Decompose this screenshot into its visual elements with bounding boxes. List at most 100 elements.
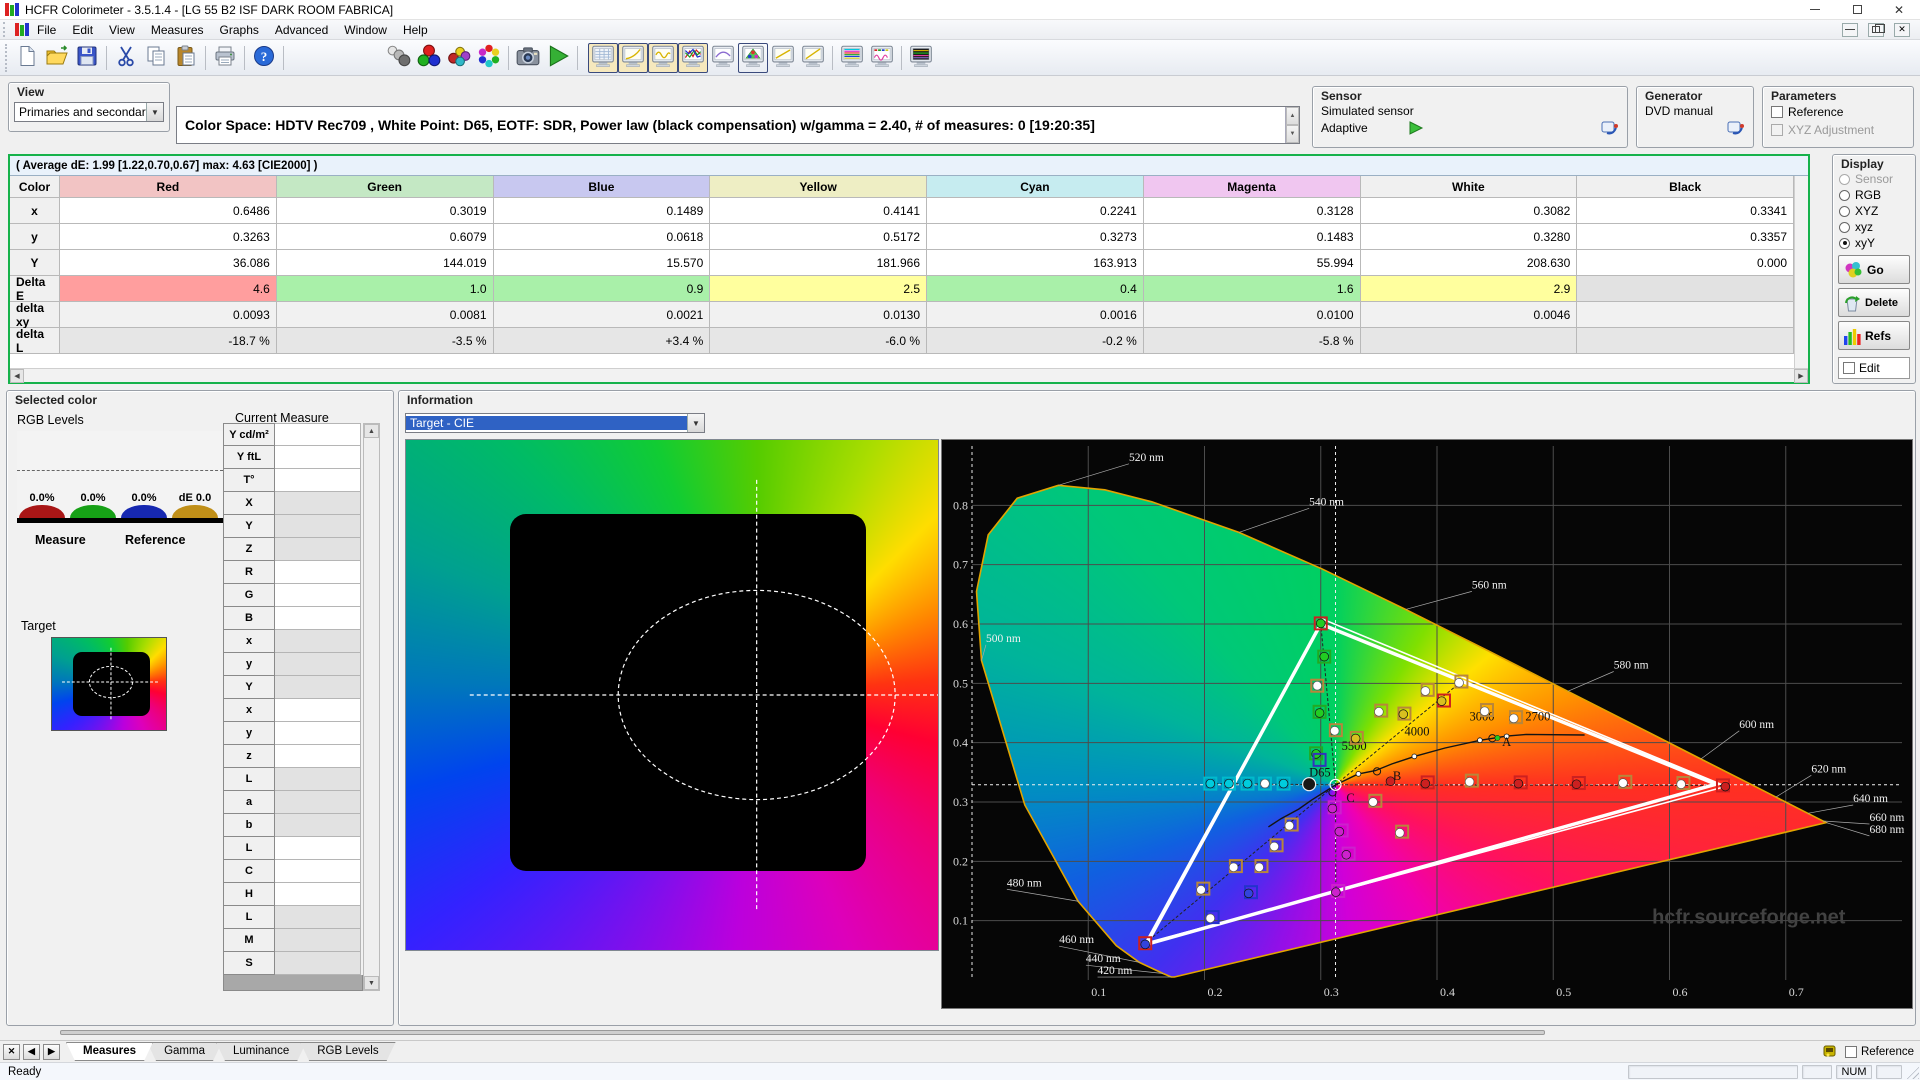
- mdi-close-button[interactable]: ✕: [1894, 23, 1910, 37]
- paste-button[interactable]: [171, 43, 201, 73]
- close-icon: ✕: [1894, 4, 1904, 16]
- checkbox-icon[interactable]: [1771, 124, 1783, 136]
- measure-row-value: [275, 837, 361, 860]
- scroll-down-icon[interactable]: ▼: [364, 976, 379, 990]
- checkbox-icon[interactable]: [1771, 106, 1783, 118]
- display-option-rgb[interactable]: RGB: [1833, 187, 1915, 203]
- delete-button[interactable]: Delete: [1838, 288, 1910, 317]
- info-spinner[interactable]: ▲▼: [1285, 107, 1299, 143]
- radio-icon[interactable]: [1839, 190, 1850, 201]
- save-button[interactable]: [72, 43, 102, 73]
- run-measures-button[interactable]: [543, 43, 573, 73]
- view-measures-color-button[interactable]: [867, 43, 897, 73]
- display-option-sensor[interactable]: Sensor: [1833, 171, 1915, 187]
- tab-scroll-left-button[interactable]: ◀: [23, 1044, 40, 1060]
- reference-checkbox[interactable]: Reference: [1763, 103, 1913, 121]
- sensor-config-icon[interactable]: [1601, 120, 1619, 136]
- display-option-xyz[interactable]: xyz: [1833, 219, 1915, 235]
- tab-scroll-right-button[interactable]: ▶: [43, 1044, 60, 1060]
- view-dark-cie-button[interactable]: [906, 43, 936, 73]
- measure-row-value: [275, 676, 361, 699]
- menu-advanced[interactable]: Advanced: [267, 21, 336, 39]
- new-document-button[interactable]: [12, 43, 42, 73]
- tab-rgb-levels[interactable]: RGB Levels: [300, 1042, 395, 1061]
- radio-icon[interactable]: [1839, 206, 1850, 217]
- reference-toggle[interactable]: Reference: [1845, 1046, 1914, 1058]
- capture-button[interactable]: [513, 43, 543, 73]
- mdi-restore-button[interactable]: [1868, 23, 1884, 37]
- xyz-adjustment-checkbox[interactable]: XYZ Adjustment: [1763, 121, 1913, 139]
- view-color-temp-button[interactable]: [708, 43, 738, 73]
- radio-icon[interactable]: [1839, 238, 1850, 249]
- tab-measures[interactable]: Measures: [66, 1042, 153, 1061]
- spinner-up-icon[interactable]: ▲: [1286, 107, 1299, 125]
- scrollbar-track[interactable]: [24, 369, 1794, 382]
- chevron-down-icon[interactable]: ▼: [146, 103, 163, 121]
- menu-edit[interactable]: Edit: [64, 21, 101, 39]
- scroll-left-icon[interactable]: ◀: [10, 369, 24, 383]
- sensor-run-icon[interactable]: [1408, 121, 1424, 135]
- cell-cyan-dE: 0.4: [927, 276, 1144, 302]
- tab-luminance[interactable]: Luminance: [216, 1042, 306, 1061]
- target-thumbnail: [51, 637, 167, 731]
- display-option-xyz[interactable]: XYZ: [1833, 203, 1915, 219]
- generator-config-icon[interactable]: [1727, 120, 1745, 136]
- view-luminance-curve-button[interactable]: [648, 43, 678, 73]
- spinner-down-icon[interactable]: ▼: [1286, 125, 1299, 143]
- minimize-button[interactable]: [1794, 0, 1836, 19]
- parameters-panel-title: Parameters: [1763, 87, 1913, 103]
- print-button[interactable]: [210, 43, 240, 73]
- radio-icon[interactable]: [1839, 222, 1850, 233]
- cell-blue-y: 0.0618: [494, 224, 711, 250]
- close-tab-button[interactable]: ✕: [3, 1044, 20, 1060]
- go-button[interactable]: Go: [1838, 255, 1910, 284]
- checkbox-icon[interactable]: [1843, 362, 1855, 374]
- menu-view[interactable]: View: [101, 21, 143, 39]
- cut-button[interactable]: [111, 43, 141, 73]
- sensor-mode: Adaptive: [1321, 121, 1368, 135]
- view-mode-dropdown[interactable]: Primaries and secondaries ▼: [14, 102, 164, 122]
- measures-vertical-scrollbar[interactable]: [1794, 176, 1808, 368]
- tab-gamma[interactable]: Gamma: [147, 1042, 222, 1061]
- measure-secondaries-button[interactable]: [444, 43, 474, 73]
- edit-checkbox[interactable]: Edit: [1838, 357, 1910, 379]
- current-measure-scrollbar[interactable]: ▲ ▼: [363, 423, 380, 991]
- view-gamma-curve-button[interactable]: [618, 43, 648, 73]
- measures-horizontal-scrollbar[interactable]: ◀ ▶: [10, 368, 1808, 382]
- display-option-xyy[interactable]: xyY: [1833, 235, 1915, 251]
- chevron-down-icon[interactable]: ▼: [687, 414, 704, 432]
- menu-measures[interactable]: Measures: [143, 21, 212, 39]
- app-icon: [5, 3, 19, 16]
- cell-white-dxy: 0.0046: [1361, 302, 1578, 328]
- view-rgb-curves-button[interactable]: [678, 43, 708, 73]
- checkbox-icon[interactable]: [1845, 1046, 1857, 1058]
- menu-window[interactable]: Window: [336, 21, 395, 39]
- view-contrast-button[interactable]: [798, 43, 828, 73]
- view-splitter-slider[interactable]: [60, 1030, 1545, 1035]
- mdi-minimize-button[interactable]: [1842, 23, 1858, 37]
- measure-grayscale-button[interactable]: [384, 43, 414, 73]
- view-cie-diagram-button[interactable]: [738, 43, 768, 73]
- cell-blue-Y: 15.570: [494, 250, 711, 276]
- scroll-right-icon[interactable]: ▶: [1794, 369, 1808, 383]
- view-rgb-histogram-button[interactable]: [837, 43, 867, 73]
- menu-graphs[interactable]: Graphs: [212, 21, 267, 39]
- save-icon: [75, 44, 99, 71]
- radio-icon[interactable]: [1839, 174, 1850, 185]
- refs-button[interactable]: Refs: [1838, 321, 1910, 350]
- help-button[interactable]: ?: [249, 43, 279, 73]
- close-button[interactable]: ✕: [1878, 0, 1920, 19]
- view-gamma2-button[interactable]: [768, 43, 798, 73]
- scroll-up-icon[interactable]: ▲: [364, 424, 379, 438]
- menu-help[interactable]: Help: [395, 21, 436, 39]
- open-file-button[interactable]: [42, 43, 72, 73]
- measure-row-label: x: [223, 630, 275, 653]
- maximize-button[interactable]: [1836, 0, 1878, 19]
- copy-button[interactable]: [141, 43, 171, 73]
- measure-primaries-button[interactable]: [414, 43, 444, 73]
- measure-all-colors-button[interactable]: [474, 43, 504, 73]
- cell-green-dE: 1.0: [277, 276, 494, 302]
- information-view-dropdown[interactable]: Target - CIE ▼: [405, 413, 705, 433]
- menu-file[interactable]: File: [29, 21, 64, 39]
- view-measures-grid-button[interactable]: [588, 43, 618, 73]
